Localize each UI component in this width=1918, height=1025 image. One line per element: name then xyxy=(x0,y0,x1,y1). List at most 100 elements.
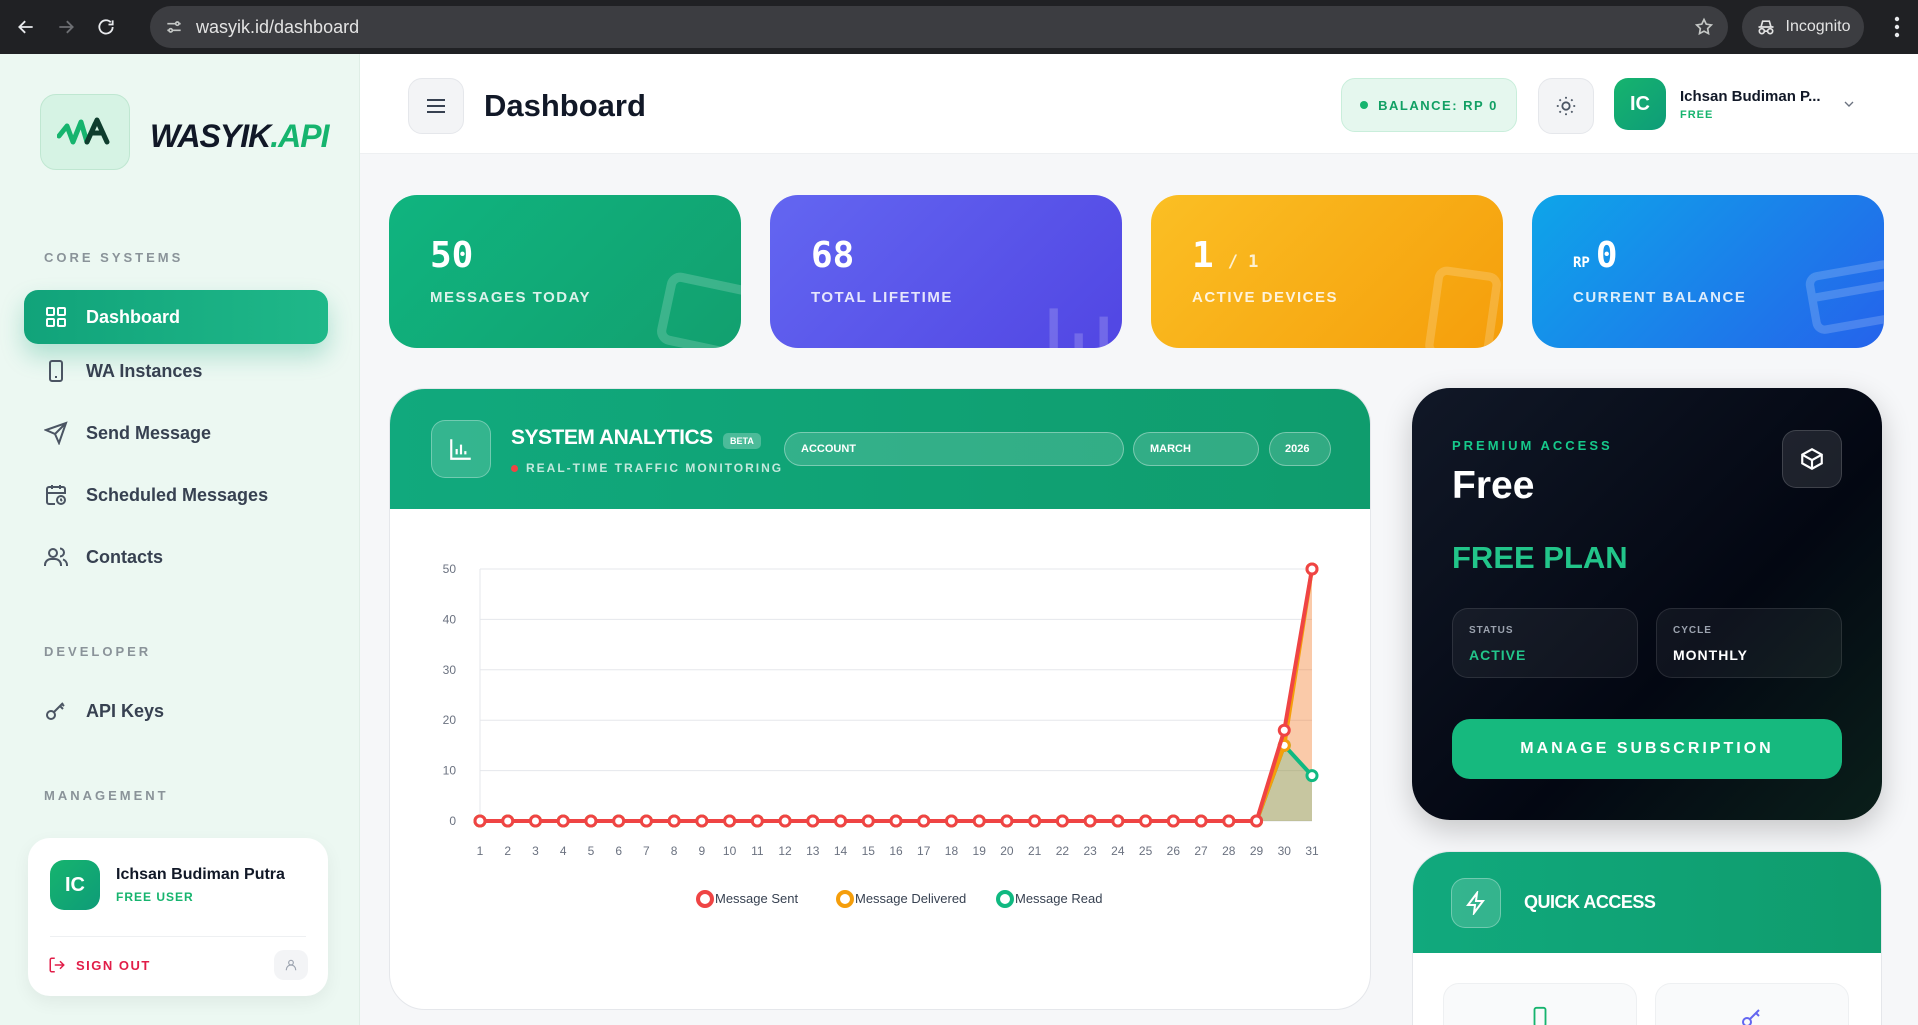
address-bar[interactable]: wasyik.id/dashboard xyxy=(150,6,1728,48)
avatar[interactable]: IC xyxy=(1614,78,1666,130)
analytics-card: SYSTEM ANALYTICS BETA REAL-TIME TRAFFIC … xyxy=(389,388,1371,1010)
series-area xyxy=(480,745,1312,821)
balance-badge[interactable]: BALANCE: RP 0 xyxy=(1341,78,1517,132)
data-point xyxy=(750,814,764,828)
sidebar-item-label: Scheduled Messages xyxy=(86,484,269,505)
quick-access-header: QUICK ACCESS xyxy=(1413,852,1881,953)
cycle-value: MONTHLY xyxy=(1673,647,1748,663)
users-icon xyxy=(44,545,68,569)
y-tick-label: 40 xyxy=(443,612,457,626)
x-tick-label: 24 xyxy=(1111,844,1125,858)
key-icon xyxy=(1740,1006,1764,1025)
sign-out-icon xyxy=(48,956,66,974)
quick-access-tile-devices[interactable] xyxy=(1443,983,1637,1025)
bookmark-star-icon[interactable] xyxy=(1694,17,1714,37)
theme-toggle-button[interactable] xyxy=(1538,78,1594,134)
incognito-indicator[interactable]: Incognito xyxy=(1742,6,1864,48)
series-line xyxy=(480,743,1314,823)
stat-card-current-balance: RP 0 CURRENT BALANCE xyxy=(1532,195,1884,348)
x-tick-label: 22 xyxy=(1056,844,1070,858)
series-area xyxy=(480,569,1312,821)
x-tick-label: 28 xyxy=(1222,844,1236,858)
logo-icon[interactable] xyxy=(40,94,130,170)
stat-label: TOTAL LIFETIME xyxy=(811,289,953,306)
sidebar-item-api-keys[interactable]: API Keys xyxy=(24,684,328,738)
series-line xyxy=(480,568,1314,823)
year-select[interactable]: 2026 xyxy=(1269,432,1331,466)
forward-icon[interactable] xyxy=(52,13,80,41)
stat-value: 1/ 1 xyxy=(1192,235,1259,276)
sidebar-item-wa-instances[interactable]: WA Instances xyxy=(24,344,328,398)
stat-card-messages-today: 50 MESSAGES TODAY xyxy=(389,195,741,348)
legend-marker xyxy=(996,890,1014,908)
grid-icon xyxy=(44,305,68,329)
send-icon xyxy=(44,421,68,445)
balance-label: BALANCE: RP 0 xyxy=(1378,97,1498,113)
menu-toggle-button[interactable] xyxy=(408,78,464,134)
x-tick-label: 18 xyxy=(945,844,959,858)
data-point xyxy=(889,814,903,828)
x-tick-label: 11 xyxy=(751,844,764,858)
x-tick-label: 30 xyxy=(1278,844,1292,858)
incognito-icon xyxy=(1756,17,1776,37)
account-select[interactable]: ACCOUNT xyxy=(784,432,1124,466)
profile-button[interactable] xyxy=(274,950,308,980)
x-tick-label: 9 xyxy=(699,844,706,858)
stat-label: MESSAGES TODAY xyxy=(430,289,592,306)
x-tick-label: 25 xyxy=(1139,844,1153,858)
data-point xyxy=(473,814,487,828)
quick-access-tile-api-keys[interactable] xyxy=(1655,983,1849,1025)
data-point xyxy=(584,814,598,828)
x-tick-label: 29 xyxy=(1250,844,1264,858)
stat-label: CURRENT BALANCE xyxy=(1573,289,1747,306)
month-select[interactable]: MARCH xyxy=(1133,432,1259,466)
divider xyxy=(50,936,306,937)
avatar[interactable]: IC xyxy=(50,860,100,910)
y-tick-label: 10 xyxy=(443,764,457,778)
data-point xyxy=(944,814,958,828)
plan-name: Free xyxy=(1452,464,1535,507)
bar-chart-icon xyxy=(431,420,491,478)
sign-out-button[interactable]: SIGN OUT xyxy=(48,956,151,974)
data-point xyxy=(1166,814,1180,828)
data-point xyxy=(556,814,570,828)
brand-name[interactable]: WASYIK.API xyxy=(150,118,329,155)
quick-access-card: QUICK ACCESS xyxy=(1412,851,1882,1025)
x-tick-label: 7 xyxy=(643,844,650,858)
site-settings-icon[interactable] xyxy=(164,17,184,37)
x-tick-label: 23 xyxy=(1083,844,1097,858)
sidebar-item-dashboard[interactable]: Dashboard xyxy=(24,290,328,344)
url-text[interactable]: wasyik.id/dashboard xyxy=(196,17,359,38)
x-tick-label: 5 xyxy=(588,844,595,858)
browser-menu-icon[interactable] xyxy=(1894,16,1900,38)
stat-card-active-devices: 1/ 1 ACTIVE DEVICES xyxy=(1151,195,1503,348)
beta-badge: BETA xyxy=(723,433,761,449)
credit-card-icon xyxy=(1805,260,1884,334)
x-tick-label: 10 xyxy=(723,844,737,858)
sidebar-item-contacts[interactable]: Contacts xyxy=(24,530,328,584)
status-value: ACTIVE xyxy=(1469,647,1527,663)
y-tick-label: 50 xyxy=(443,562,457,576)
analytics-line-chart: 010203040501 2 3 4 5 6 7 8 9 10 11 12 13 14 15 16 17 18 19… xyxy=(443,562,1319,908)
chevron-down-icon[interactable] xyxy=(1841,96,1857,112)
data-point xyxy=(612,814,626,828)
user-menu[interactable]: IC Ichsan Budiman P... FREE xyxy=(1614,78,1857,130)
data-point xyxy=(1222,814,1236,828)
sidebar-item-send-message[interactable]: Send Message xyxy=(24,406,328,460)
back-icon[interactable] xyxy=(12,13,40,41)
sidebar-item-scheduled-messages[interactable]: Scheduled Messages xyxy=(24,468,328,522)
x-tick-label: 6 xyxy=(615,844,622,858)
reload-icon[interactable] xyxy=(92,13,120,41)
bar-chart-icon xyxy=(1049,308,1108,348)
x-tick-label: 19 xyxy=(973,844,987,858)
manage-subscription-button[interactable]: MANAGE SUBSCRIPTION xyxy=(1452,719,1842,779)
sidebar-item-label: API Keys xyxy=(86,700,165,721)
x-tick-label: 14 xyxy=(834,844,848,858)
data-point xyxy=(528,814,542,828)
data-point xyxy=(501,814,515,828)
data-point xyxy=(917,814,931,828)
status-box: STATUS ACTIVE xyxy=(1452,608,1638,678)
incognito-label: Incognito xyxy=(1785,18,1851,35)
phone-icon xyxy=(1425,266,1501,348)
analytics-header: SYSTEM ANALYTICS BETA REAL-TIME TRAFFIC … xyxy=(390,389,1370,509)
